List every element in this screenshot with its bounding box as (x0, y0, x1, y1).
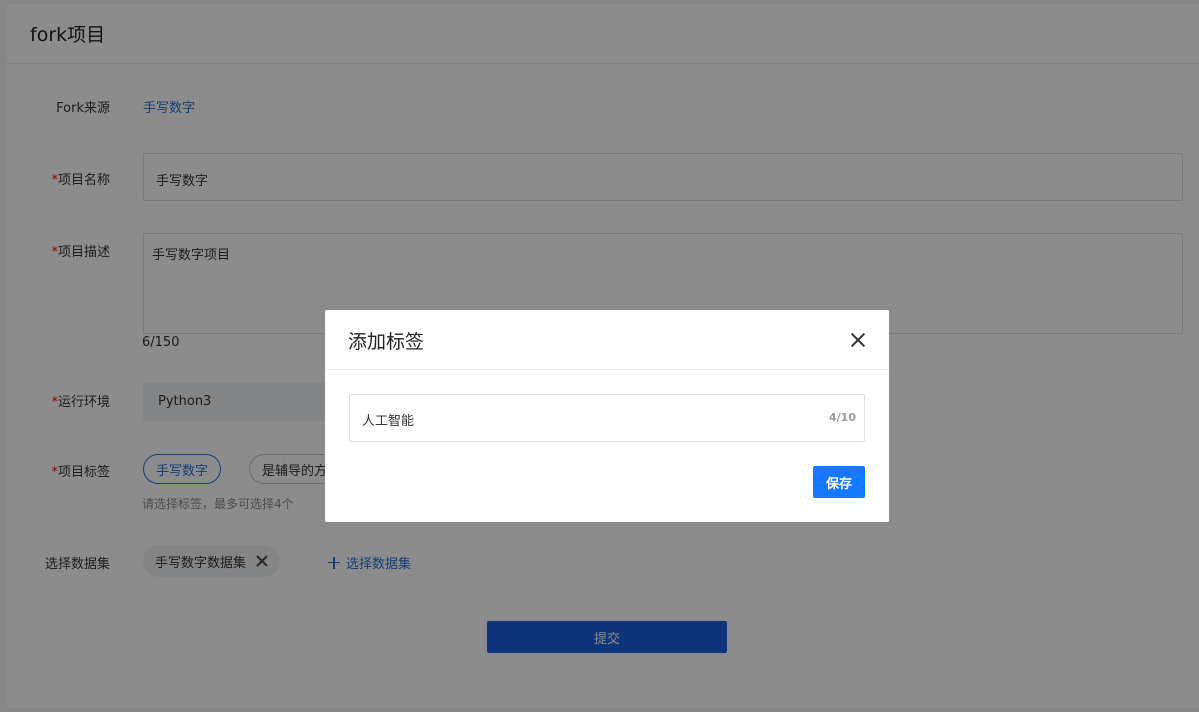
tag-name-input[interactable]: 人工智能 4/10 (349, 394, 865, 442)
close-icon[interactable] (850, 332, 866, 348)
modal-title: 添加标签 (348, 331, 425, 353)
tag-char-counter: 4/10 (829, 411, 856, 424)
save-button[interactable]: 保存 (813, 466, 865, 498)
modal-header: 添加标签 (325, 310, 889, 370)
add-tag-modal: 添加标签 人工智能 4/10 保存 (325, 310, 889, 522)
